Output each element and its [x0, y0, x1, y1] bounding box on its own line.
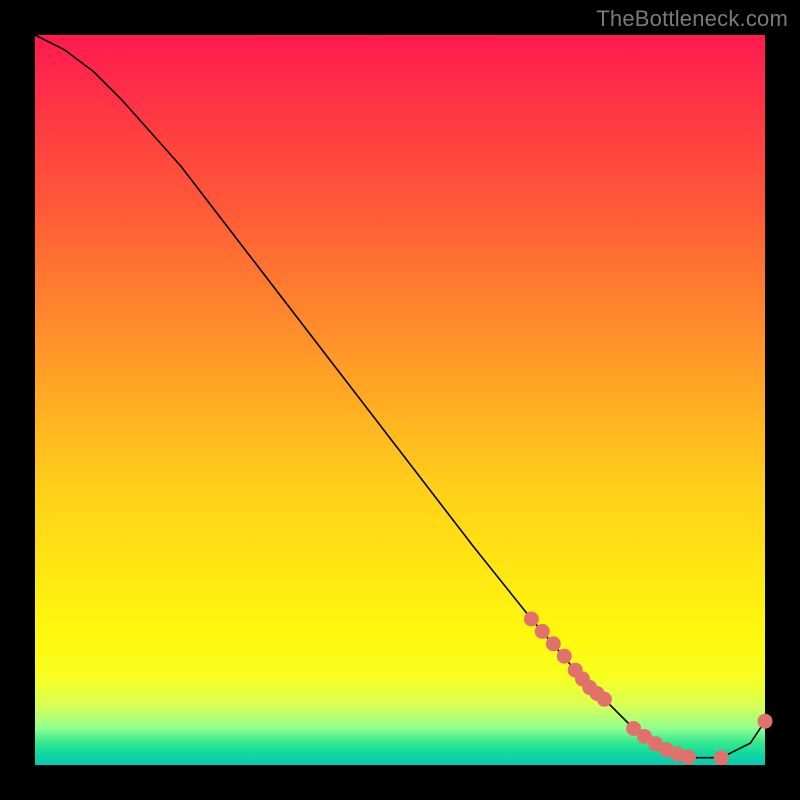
frame: TheBottleneck.com — [0, 0, 800, 800]
highlight-dot — [557, 649, 572, 664]
highlight-dot — [546, 636, 561, 651]
highlight-dot — [681, 750, 696, 765]
highlight-dot — [524, 612, 539, 627]
chart-svg — [35, 35, 765, 765]
highlight-dot — [597, 692, 612, 707]
highlight-dot — [535, 624, 550, 639]
highlight-dot — [758, 714, 773, 729]
highlight-dots-group — [524, 612, 773, 766]
highlight-dot — [714, 750, 729, 765]
plot-area — [35, 35, 765, 765]
bottleneck-curve — [35, 35, 765, 758]
watermark-text: TheBottleneck.com — [596, 6, 788, 32]
